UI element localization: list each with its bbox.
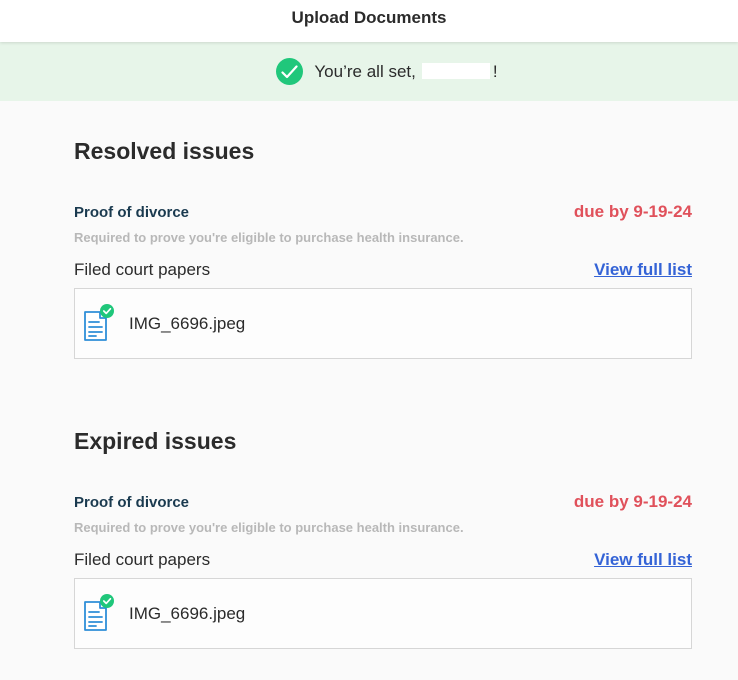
view-full-list-link[interactable]: View full list xyxy=(594,550,692,570)
section-title: Resolved issues xyxy=(74,138,255,164)
due-date: due by 9-19-24 xyxy=(573,202,692,221)
document-type: Filed court papers xyxy=(74,550,211,569)
document-checked-icon xyxy=(83,593,115,634)
document-row: Filed court papers View full list xyxy=(74,260,692,280)
issue-description: Required to prove you're eligible to pur… xyxy=(74,230,464,245)
success-message: You’re all set,! xyxy=(314,62,497,82)
top-header: Upload Documents xyxy=(0,0,738,42)
page-title: Upload Documents xyxy=(291,8,447,27)
success-message-prefix: You’re all set, xyxy=(314,61,416,81)
issue-description: Required to prove you're eligible to pur… xyxy=(74,520,464,535)
issue-name: Proof of divorce xyxy=(74,494,190,511)
issue-header: Proof of divorce due by 9-19-24 xyxy=(74,202,692,222)
uploaded-file[interactable]: IMG_6696.jpeg xyxy=(74,578,692,649)
file-name: IMG_6696.jpeg xyxy=(129,313,246,333)
issue-name: Proof of divorce xyxy=(74,204,190,221)
success-message-suffix: ! xyxy=(492,61,498,81)
expired-issues-section: Expired issues Proof of divorce due by 9… xyxy=(74,426,692,649)
uploaded-file[interactable]: IMG_6696.jpeg xyxy=(74,288,692,359)
view-full-list-link[interactable]: View full list xyxy=(594,260,692,280)
file-name: IMG_6696.jpeg xyxy=(129,603,246,623)
section-title: Expired issues xyxy=(74,428,237,454)
success-banner-content: You’re all set,! xyxy=(276,58,498,85)
document-row: Filed court papers View full list xyxy=(74,550,692,570)
document-checked-icon xyxy=(83,303,115,344)
success-banner: You’re all set,! xyxy=(0,42,738,101)
due-date: due by 9-19-24 xyxy=(573,492,692,511)
document-type: Filed court papers xyxy=(74,260,211,279)
issue-header: Proof of divorce due by 9-19-24 xyxy=(74,492,692,512)
redacted-user-name xyxy=(421,62,490,79)
resolved-issues-section: Resolved issues Proof of divorce due by … xyxy=(74,136,692,359)
check-circle-icon xyxy=(276,58,304,85)
